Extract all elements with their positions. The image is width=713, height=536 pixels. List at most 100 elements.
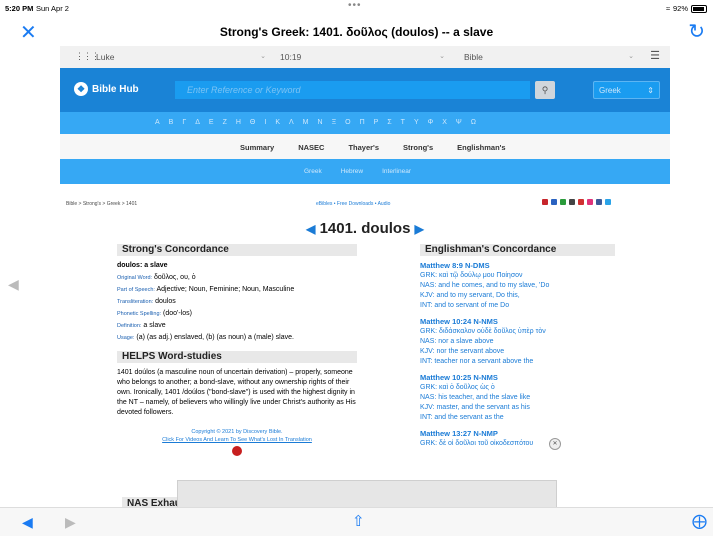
alphabet-letter[interactable]: Ε — [209, 119, 214, 126]
search-input[interactable]: Enter Reference or Keyword — [175, 81, 530, 99]
breadcrumb[interactable]: Bible > Strong's > Greek > 1401 — [66, 201, 137, 207]
tab-thayers[interactable]: Thayer's — [348, 143, 379, 152]
bottom-toolbar: ◀ ▶ ⇧ ⨁ — [0, 507, 713, 536]
menu-icon[interactable]: ☰ — [650, 49, 660, 62]
entry-ref[interactable]: Matthew 10:25 N-NMS — [420, 373, 615, 383]
page-title: Strong's Greek: 1401. δοῦλος (doulos) --… — [219, 25, 494, 39]
share-icon[interactable] — [542, 199, 548, 205]
reload-icon[interactable]: ↻ — [688, 19, 705, 44]
excel-icon[interactable] — [560, 199, 566, 205]
alphabet-letter[interactable]: Θ — [250, 119, 255, 126]
alphabet-letter[interactable]: Γ — [182, 119, 186, 126]
alphabet-letter[interactable]: Χ — [442, 119, 447, 126]
entry-ref[interactable]: Matthew 8:9 N-DMS — [420, 261, 615, 271]
alphabet-letter[interactable]: Β — [169, 119, 174, 126]
ad-badge-icon[interactable] — [232, 446, 242, 456]
subtab-hebrew[interactable]: Hebrew — [341, 168, 363, 175]
englishman-title: Englishman's Concordance — [420, 244, 615, 256]
wifi-icon: ≈ — [665, 4, 670, 13]
version-select[interactable]: Bible ⌄ — [464, 50, 634, 64]
subtab-greek[interactable]: Greek — [304, 168, 322, 175]
tab-nasec[interactable]: NASEC — [298, 143, 324, 152]
alphabet-letter[interactable]: Λ — [289, 119, 294, 126]
word-heading: ◀ 1401. doulos ▶ — [60, 220, 670, 237]
phonetic-label: Phonetic Spelling: — [117, 311, 162, 317]
left-edge-arrow-icon[interactable]: ◀ — [8, 276, 19, 293]
site-logo[interactable]: ❖ Bible Hub — [74, 82, 139, 96]
tabs-bar: Summary NASEC Thayer's Strong's Englishman's — [60, 134, 670, 159]
subtab-interlinear[interactable]: Interlinear — [382, 168, 411, 175]
definition-value: a slave — [143, 322, 166, 329]
search-icon: ⚲ — [541, 85, 549, 95]
twitter-icon[interactable] — [551, 199, 557, 205]
subtabs-bar: Greek Hebrew Interlinear — [60, 159, 670, 184]
translit-label: Transliteration: — [117, 299, 154, 305]
pos-value: Adjective; Noun, Feminine; Noun, Masculi… — [156, 286, 295, 293]
alphabet-letter[interactable]: Σ — [387, 119, 391, 126]
twitter-bird-icon[interactable] — [605, 199, 611, 205]
tab-summary[interactable]: Summary — [240, 143, 274, 152]
multitask-dots[interactable]: ••• — [348, 0, 362, 11]
pos-label: Part of Speech: — [117, 287, 155, 293]
entry-int: INT: and to servant of me Do — [420, 302, 510, 309]
logo-text: Bible Hub — [92, 83, 139, 95]
alphabet-letter[interactable]: Ν — [318, 119, 323, 126]
print-icon[interactable] — [569, 199, 575, 205]
prev-word-icon[interactable]: ◀ — [306, 222, 315, 236]
pinterest-icon[interactable] — [587, 199, 593, 205]
entry-ref[interactable]: Matthew 10:24 N-NMS — [420, 317, 615, 327]
back-arrow-icon[interactable]: ◀ — [22, 514, 33, 531]
status-date: Sun Apr 2 — [36, 4, 69, 13]
concordance-entry: Matthew 8:9 N-DMS GRK: καὶ τῷ δούλῳ μου Π… — [420, 261, 615, 311]
entry-ref[interactable]: Matthew 13:27 N-NMP — [420, 429, 615, 439]
alphabet-letter[interactable]: Φ — [428, 119, 434, 126]
alphabet-letter[interactable]: Ζ — [223, 119, 227, 126]
concordance-entry: Matthew 13:27 N-NMP GRK: δὲ οἱ δοῦλοι τοῦ… — [420, 429, 615, 449]
alphabet-letter[interactable]: Ξ — [332, 119, 337, 126]
strongs-word: doulos: a slave — [117, 262, 168, 269]
copyright-link[interactable]: Copyright © 2021 by Discovery Bible. — [117, 428, 357, 436]
pdf-icon[interactable] — [578, 199, 584, 205]
tab-englishmans[interactable]: Englishman's — [457, 143, 505, 152]
language-select[interactable]: Greek ⇕ — [593, 81, 660, 99]
ad-banner[interactable] — [177, 480, 557, 508]
alphabet-letter[interactable]: Α — [155, 119, 160, 126]
close-ad-icon[interactable]: ✕ — [549, 438, 561, 450]
battery-icon — [691, 4, 707, 13]
compass-icon[interactable]: ⨁ — [692, 512, 707, 530]
alphabet-letter[interactable]: Π — [360, 119, 365, 126]
alphabet-letter[interactable]: Μ — [303, 119, 309, 126]
chapter-select[interactable]: 10:19 ⌄ — [280, 50, 445, 64]
alphabet-letter[interactable]: Υ — [414, 119, 419, 126]
forward-arrow-icon[interactable]: ▶ — [65, 514, 76, 531]
title-bar: ✕ Strong's Greek: 1401. δοῦλος (doulos) … — [0, 18, 713, 46]
alphabet-letter[interactable]: Ω — [471, 119, 476, 126]
alphabet-letter[interactable]: Ψ — [456, 119, 462, 126]
phonetic-value: (doo'-los) — [162, 310, 192, 317]
facebook-icon[interactable] — [596, 199, 602, 205]
search-button[interactable]: ⚲ — [535, 81, 555, 99]
alphabet-letter[interactable]: Τ — [401, 119, 405, 126]
alphabet-letter[interactable]: Ι — [264, 119, 266, 126]
entry-int: INT: and the servant as the — [420, 414, 504, 421]
entry-kjv: KJV: master, and the servant as his — [420, 404, 530, 411]
status-bar: 5:20 PM Sun Apr 2 ••• ≈ 92% — [0, 0, 713, 18]
language-value: Greek — [599, 86, 621, 95]
chapter-value: 10:19 — [280, 52, 302, 62]
next-word-icon[interactable]: ▶ — [415, 222, 424, 236]
tab-strongs[interactable]: Strong's — [403, 143, 433, 152]
alphabet-letter[interactable]: Ρ — [374, 119, 379, 126]
alphabet-letter[interactable]: Η — [236, 119, 241, 126]
englishman-column: Englishman's Concordance Matthew 8:9 N-D… — [420, 244, 615, 455]
book-select[interactable]: Luke ⌄ — [96, 50, 266, 64]
alphabet-letter[interactable]: Ο — [345, 119, 350, 126]
videos-link[interactable]: Click For Videos And Learn To See What's… — [117, 436, 357, 444]
alphabet-letter[interactable]: Κ — [275, 119, 280, 126]
original-value: δοῦλος, ου, ὁ — [154, 274, 196, 281]
usage-value: (a) (as adj.) enslaved, (b) (as noun) a … — [136, 334, 294, 341]
entry-grk: GRK: διδάσκαλον οὐδὲ δοῦλος ὑπὲρ τὸν — [420, 328, 546, 335]
alphabet-letter[interactable]: Δ — [195, 119, 200, 126]
downloads-links[interactable]: eBibles • Free Downloads • Audio — [316, 201, 390, 207]
share-icon[interactable]: ⇧ — [352, 512, 365, 530]
passage-selector-bar: ⋮⋮⋮ Luke ⌄ 10:19 ⌄ Bible ⌄ ☰ — [60, 46, 670, 68]
